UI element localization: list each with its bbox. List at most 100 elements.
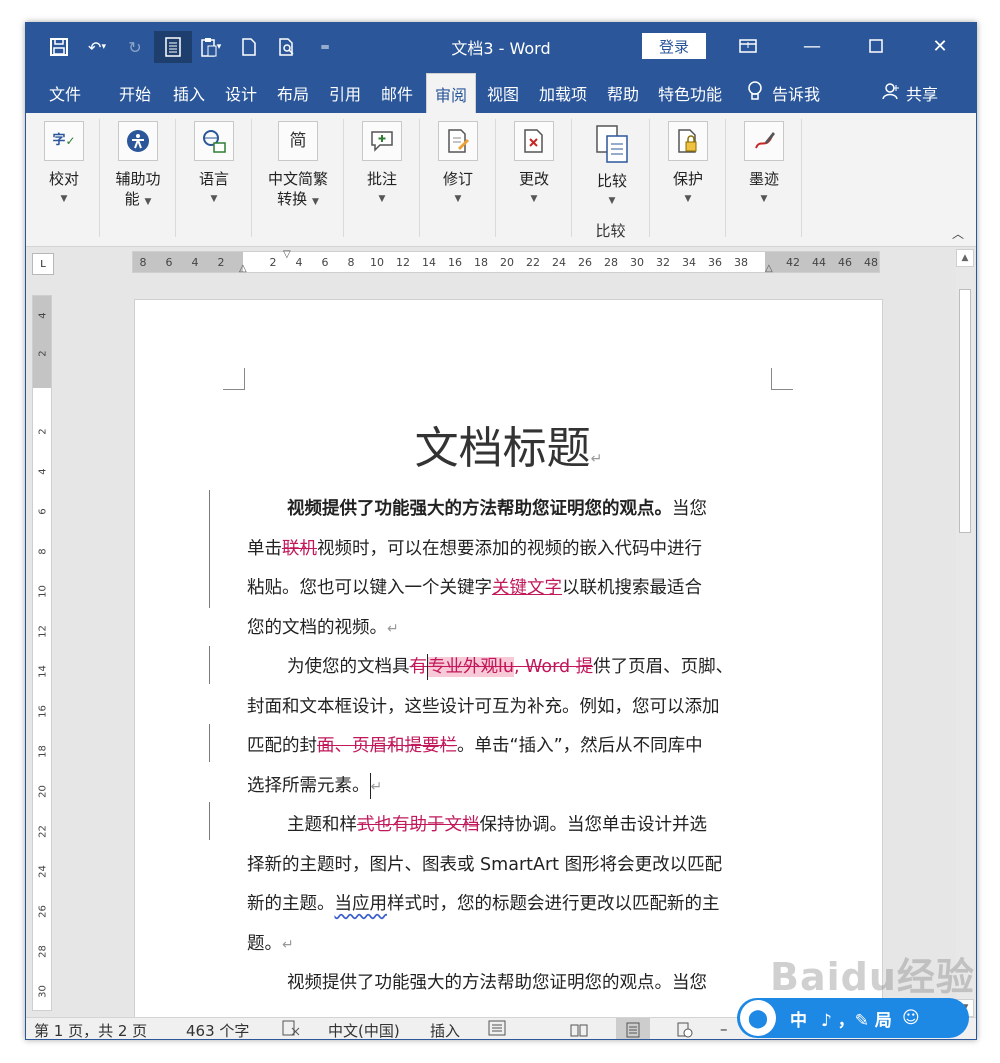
tab-help[interactable]: 帮助 [598, 73, 648, 113]
ruler-tick-label: 16 [448, 256, 462, 269]
group-proofing: 字 ✓ 校对 ▼ [26, 119, 100, 237]
print-preview-icon[interactable] [268, 31, 306, 63]
tab-layout[interactable]: 布局 [268, 73, 318, 113]
text-run: 粘贴。您也可以键入一个关键字 [247, 578, 492, 598]
read-mode-icon[interactable] [562, 1018, 596, 1039]
text-run: 匹配的封 [247, 736, 317, 756]
change-bar [209, 802, 210, 840]
document-page[interactable]: 文档标题↵ 视频提供了功能强大的方法帮助您证明您的观点。当您 单击联机视频时，可… [134, 299, 883, 1017]
chevron-down-icon: ▼ [454, 194, 462, 204]
tracking-button[interactable]: 修订 ▼ [432, 121, 484, 209]
heading-text: 文档标题 [414, 423, 591, 474]
ribbon-display-options-icon[interactable] [716, 23, 780, 69]
close-icon[interactable]: ✕ [908, 23, 972, 69]
quick-access-toolbar: ↶ ▾ ↻ ▾ ═ [40, 31, 344, 63]
paragraph-mark: ↵ [590, 451, 603, 467]
ruler-left-margin [133, 252, 243, 272]
tab-file[interactable]: 文件 [36, 73, 94, 113]
text-run: 主题和样 [287, 815, 357, 835]
lightbulb-icon [748, 81, 762, 105]
chevron-down-icon: ▼ [210, 194, 218, 204]
ruler-tick-label: 20 [500, 256, 514, 269]
chinese-conversion-button[interactable]: 简 中文简繁 转换 ▼ [260, 121, 336, 212]
paragraph-3[interactable]: 主题和样式也有助于文档保持协调。当您单击设计并选 择新的主题时，图片、图表或 S… [247, 806, 775, 964]
tab-references[interactable]: 引用 [320, 73, 370, 113]
undo-icon[interactable]: ↶ ▾ [78, 31, 116, 63]
comment-icon [362, 121, 402, 161]
vertical-ruler[interactable]: 4 2 2 4 6 8 10 12 14 16 18 20 22 24 26 28 30 [32, 295, 52, 1011]
first-line-indent-marker[interactable]: ▽ [283, 250, 291, 260]
deleted-highlighted-text: lu [498, 657, 514, 677]
new-document-icon[interactable] [230, 31, 268, 63]
deleted-text: , Word 提 [513, 657, 594, 677]
tell-me-box[interactable]: 告诉我 [748, 73, 820, 113]
print-layout-icon[interactable] [616, 1018, 650, 1039]
vertical-scrollbar[interactable]: ▲ ▼ [956, 249, 974, 1017]
vertical-ruler-tick-label: 18 [37, 745, 49, 758]
minimize-icon[interactable]: — [780, 23, 844, 69]
group-chinese-conversion: 简 中文简繁 转换 ▼ [252, 119, 344, 237]
proofing-label: 校对 [48, 170, 79, 188]
horizontal-ruler[interactable]: 8 6 4 2 2 4 6 8 10 12 14 16 18 20 22 24 26 28 30 32 34 36 38 42… [132, 250, 880, 274]
tab-special-features[interactable]: 特色功能 [650, 73, 730, 113]
text-run: 单击 [247, 538, 282, 559]
scroll-up-icon[interactable]: ▲ [956, 249, 974, 267]
paste-icon[interactable]: ▾ [192, 31, 230, 63]
right-indent-marker[interactable]: △ [765, 264, 773, 274]
left-indent-marker[interactable]: △ [239, 264, 247, 274]
ime-toolbar[interactable]: ⬤ 中 ♪ ，✎ 局 ☺ [737, 998, 969, 1038]
paragraph-4[interactable]: 视频提供了功能强大的方法帮助您证明您的观点。当您 [247, 964, 775, 1004]
text-run: 新的主题。 [247, 894, 335, 914]
ruler-tick-label: 44 [812, 256, 826, 269]
ruler-tick-label: 42 [786, 256, 800, 269]
tab-review[interactable]: 审阅 [426, 73, 476, 113]
tab-design[interactable]: 设计 [216, 73, 266, 113]
save-icon[interactable] [40, 31, 78, 63]
changes-icon [514, 121, 554, 161]
web-layout-icon[interactable] [668, 1018, 702, 1039]
tab-view[interactable]: 视图 [478, 73, 528, 113]
changes-button[interactable]: 更改 ▼ [508, 121, 560, 209]
redo-icon[interactable]: ↻ [116, 31, 154, 63]
macro-recording-icon[interactable] [488, 1020, 506, 1039]
proofing-status-icon[interactable] [282, 1020, 300, 1039]
compare-button[interactable]: 比较 ▼ [586, 121, 638, 211]
ink-label: 墨迹 [748, 170, 779, 188]
text-run: 您的文档的视频。 [247, 617, 387, 638]
change-bar [209, 646, 210, 684]
comments-button[interactable]: 批注 ▼ [356, 121, 408, 209]
tab-selector[interactable]: L [32, 253, 54, 275]
inserted-text: 关键文字 [492, 578, 562, 598]
login-button[interactable]: 登录 [642, 33, 706, 59]
tab-home[interactable]: 开始 [108, 73, 162, 113]
tab-insert[interactable]: 插入 [164, 73, 214, 113]
zoom-out-icon[interactable]: – [720, 1020, 728, 1038]
ime-tools[interactable]: ♪ ，✎ 局 [821, 1006, 892, 1031]
word-count[interactable]: 463 个字 [186, 1020, 249, 1039]
accessibility-button[interactable]: 辅助功 能 ▼ [112, 121, 164, 212]
share-button[interactable]: 共享 [882, 73, 938, 113]
ink-button[interactable]: 墨迹 ▼ [738, 121, 790, 209]
paragraph-2[interactable]: 为使您的文档具有专业外观lu, Word 提供了页眉、页脚、 封面和文本框设计，… [247, 648, 792, 806]
paragraph-1[interactable]: 视频提供了功能强大的方法帮助您证明您的观点。当您 单击联机视频时，可以在想要添加… [247, 490, 775, 648]
insert-mode[interactable]: 插入 [430, 1020, 460, 1039]
text-run: 题。 [247, 933, 282, 954]
tab-mailings[interactable]: 邮件 [372, 73, 422, 113]
maximize-icon[interactable] [844, 23, 908, 69]
protect-button[interactable]: 保护 ▼ [662, 121, 714, 209]
compare-icon [591, 121, 633, 167]
smiley-icon[interactable]: ☺ [902, 1008, 920, 1028]
collapse-ribbon-icon[interactable]: ︿ [952, 225, 964, 242]
tab-addins[interactable]: 加载项 [530, 73, 596, 113]
language-button[interactable]: 语言 ▼ [188, 121, 240, 209]
language-status[interactable]: 中文(中国) [328, 1020, 400, 1039]
document-heading[interactable]: 文档标题↵ [135, 412, 882, 476]
document-view-icon[interactable] [154, 31, 192, 63]
track-changes-icon [438, 121, 478, 161]
scroll-thumb[interactable] [959, 289, 971, 533]
page-count[interactable]: 第 1 页，共 2 页 [34, 1020, 147, 1039]
proofing-button[interactable]: 字 ✓ 校对 ▼ [38, 121, 90, 209]
vertical-ruler-tick-label: 12 [37, 625, 49, 638]
customize-qat-icon[interactable]: ═ [306, 31, 344, 63]
ime-language-label[interactable]: 中 [790, 1006, 807, 1031]
